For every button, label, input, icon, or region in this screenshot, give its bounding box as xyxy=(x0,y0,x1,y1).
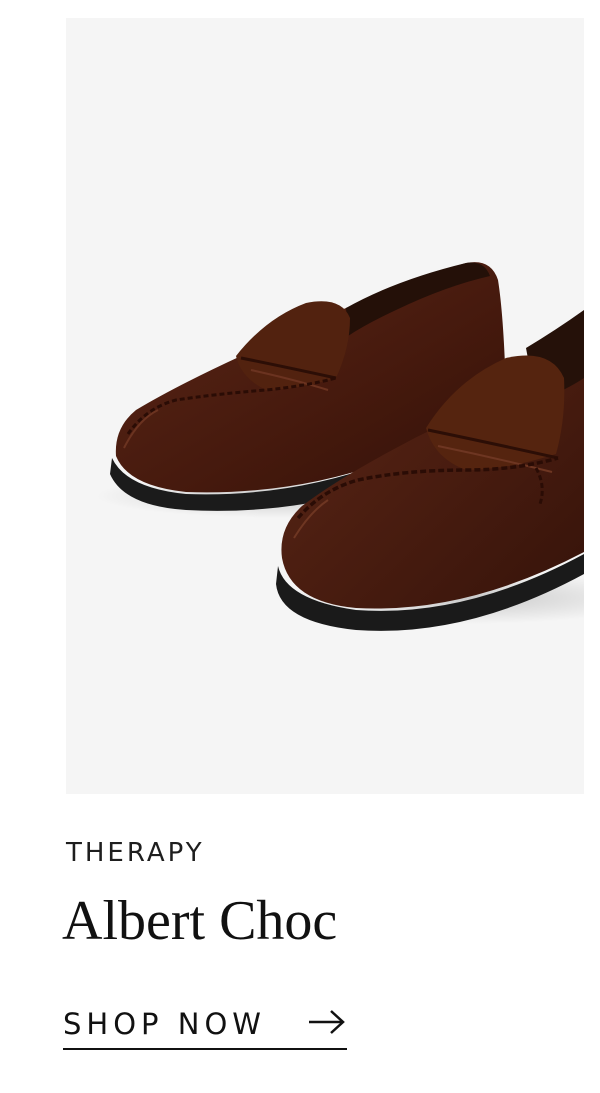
shop-now-link[interactable]: SHOP NOW xyxy=(63,1000,347,1050)
product-title: Albert Choc xyxy=(62,890,338,952)
brand-name: THERAPY xyxy=(66,838,205,868)
shop-now-label: SHOP NOW xyxy=(63,1007,266,1041)
arrow-right-icon xyxy=(309,1010,345,1034)
loafer-shoes-image xyxy=(96,262,584,631)
product-image[interactable] xyxy=(66,18,584,794)
